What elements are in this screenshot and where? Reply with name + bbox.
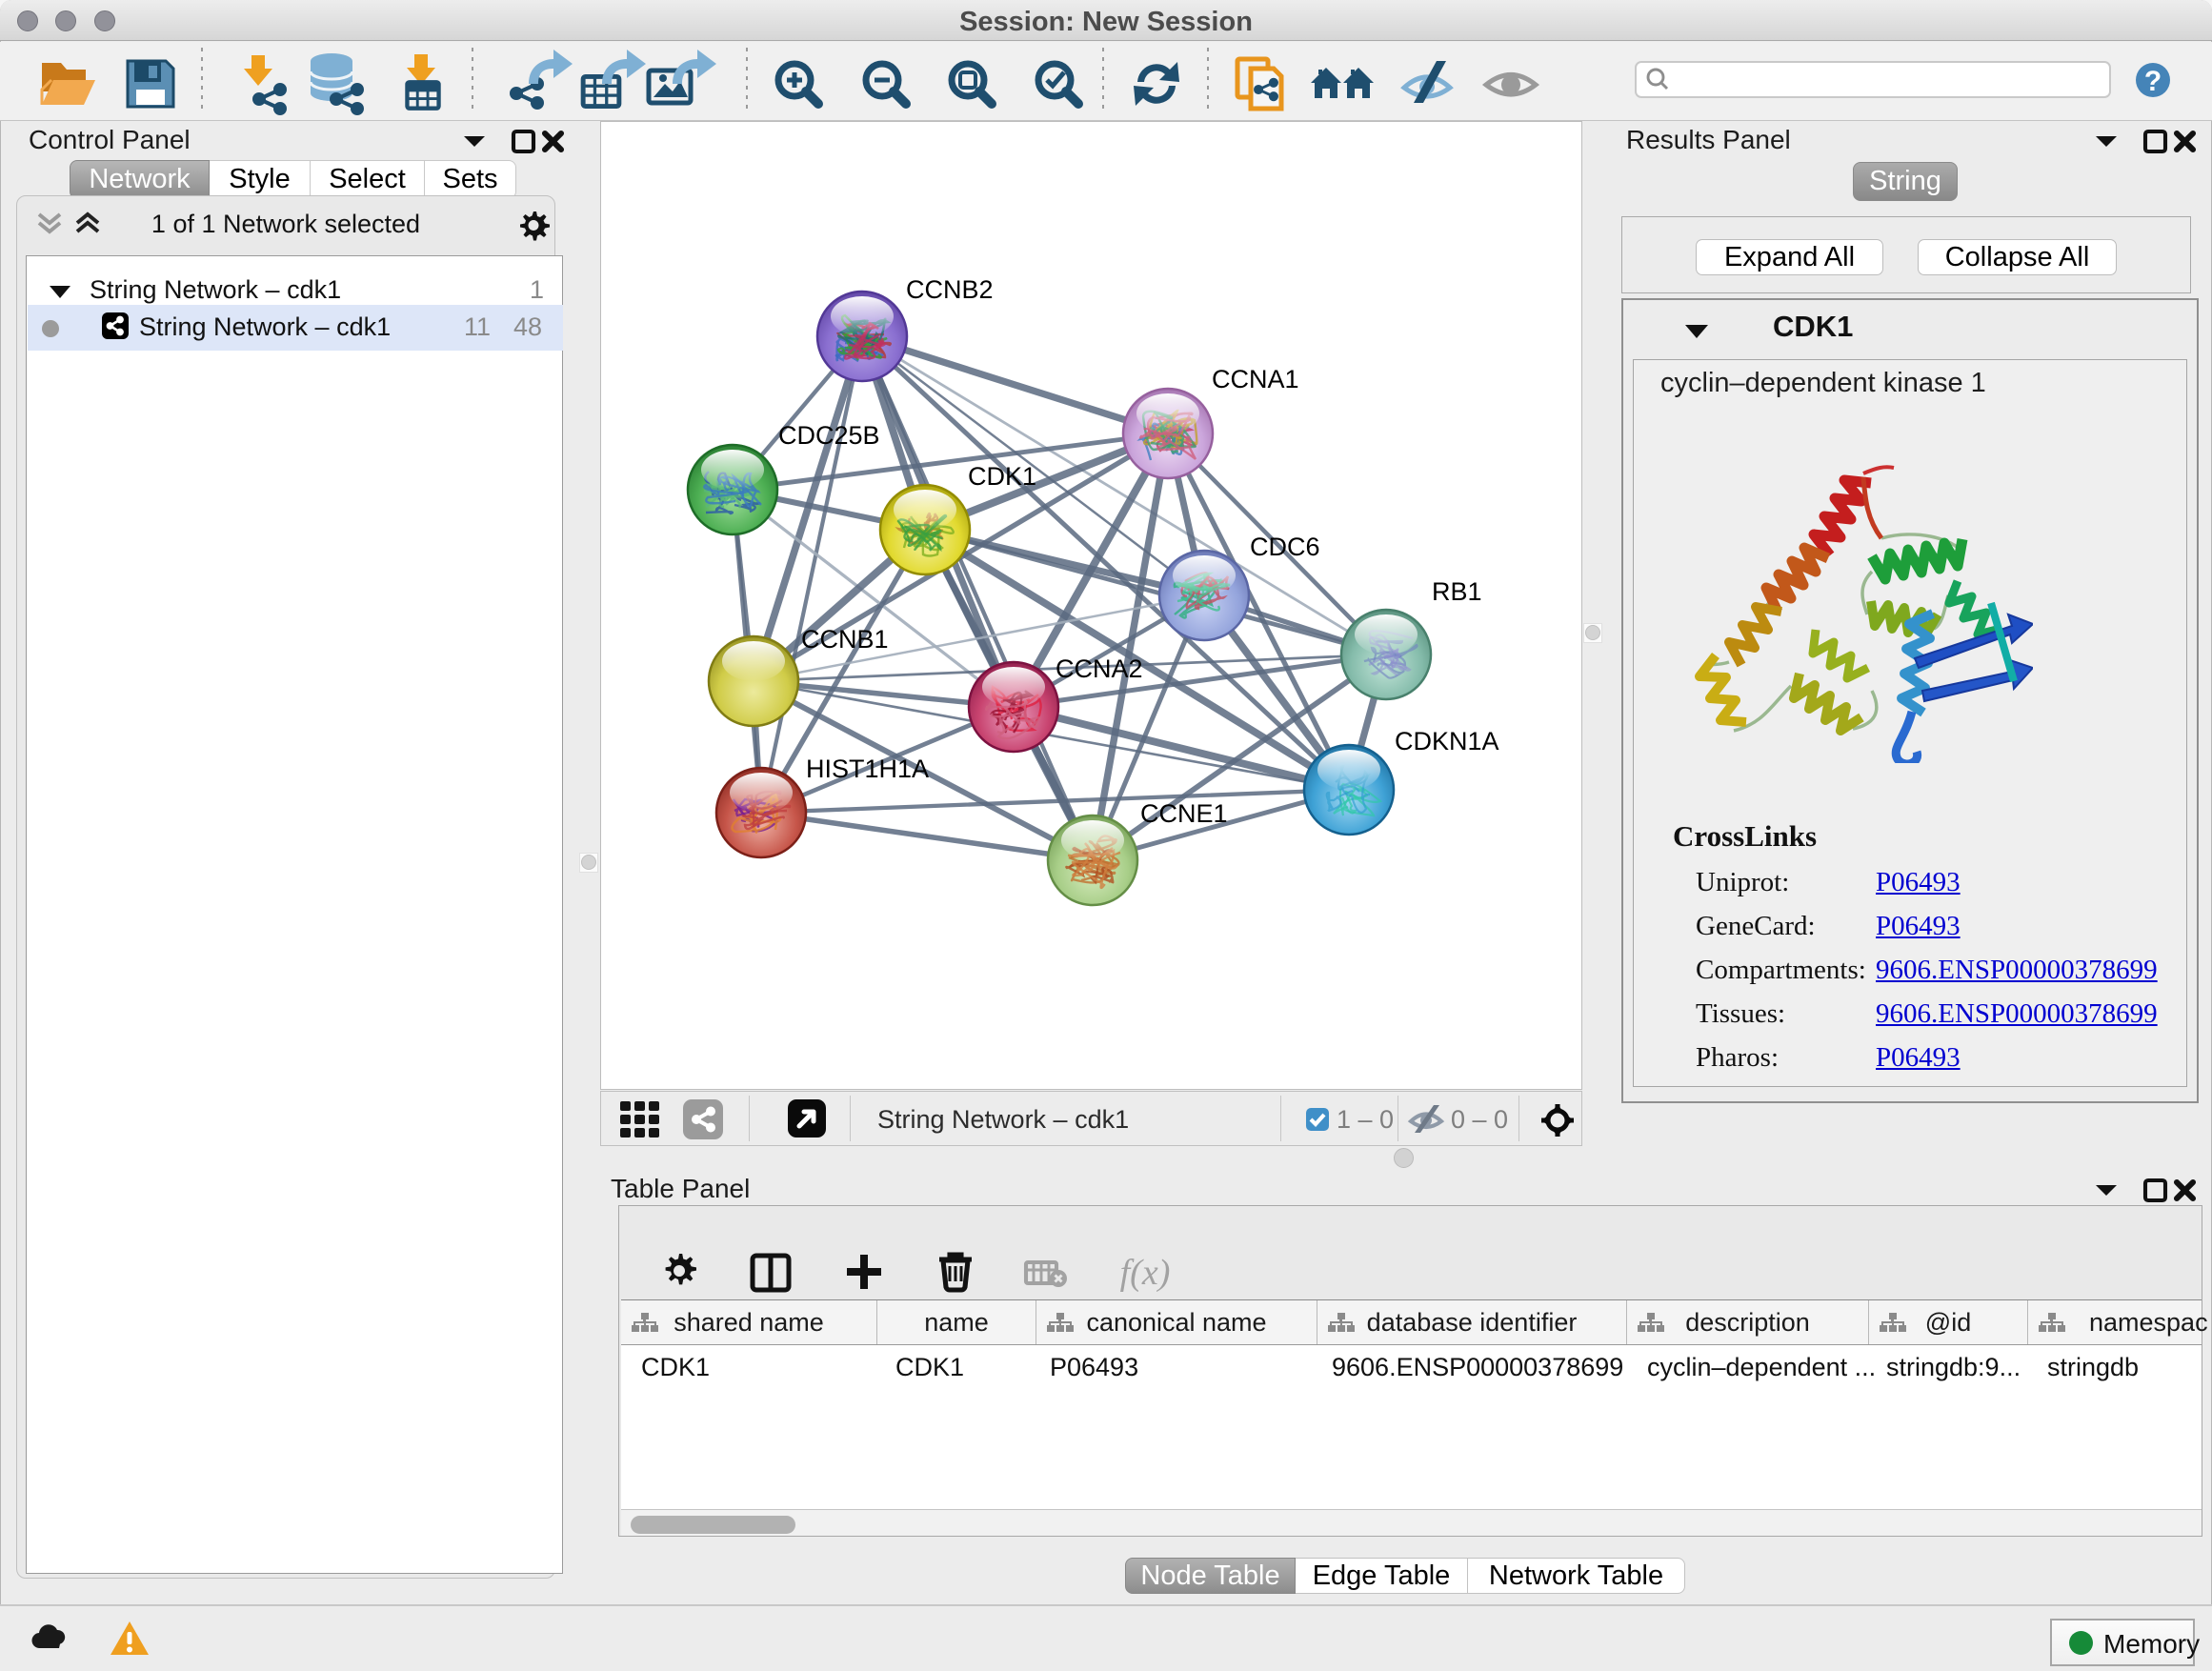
svg-text:CDC25B: CDC25B [778, 421, 880, 450]
svg-text:CCNB1: CCNB1 [801, 625, 889, 654]
svg-text:CCNA2: CCNA2 [1056, 654, 1143, 683]
svg-text:CDKN1A: CDKN1A [1395, 727, 1499, 755]
svg-text:CDC6: CDC6 [1250, 533, 1320, 561]
svg-text:CCNA1: CCNA1 [1212, 365, 1299, 393]
svg-text:CDK1: CDK1 [968, 462, 1036, 491]
svg-text:f(x): f(x) [1120, 1253, 1171, 1293]
svg-text:CCNE1: CCNE1 [1140, 799, 1228, 828]
svg-text:?: ? [2144, 66, 2162, 97]
svg-text:CCNB2: CCNB2 [906, 275, 994, 304]
svg-text:RB1: RB1 [1432, 577, 1482, 606]
svg-text:HIST1H1A: HIST1H1A [806, 755, 929, 783]
